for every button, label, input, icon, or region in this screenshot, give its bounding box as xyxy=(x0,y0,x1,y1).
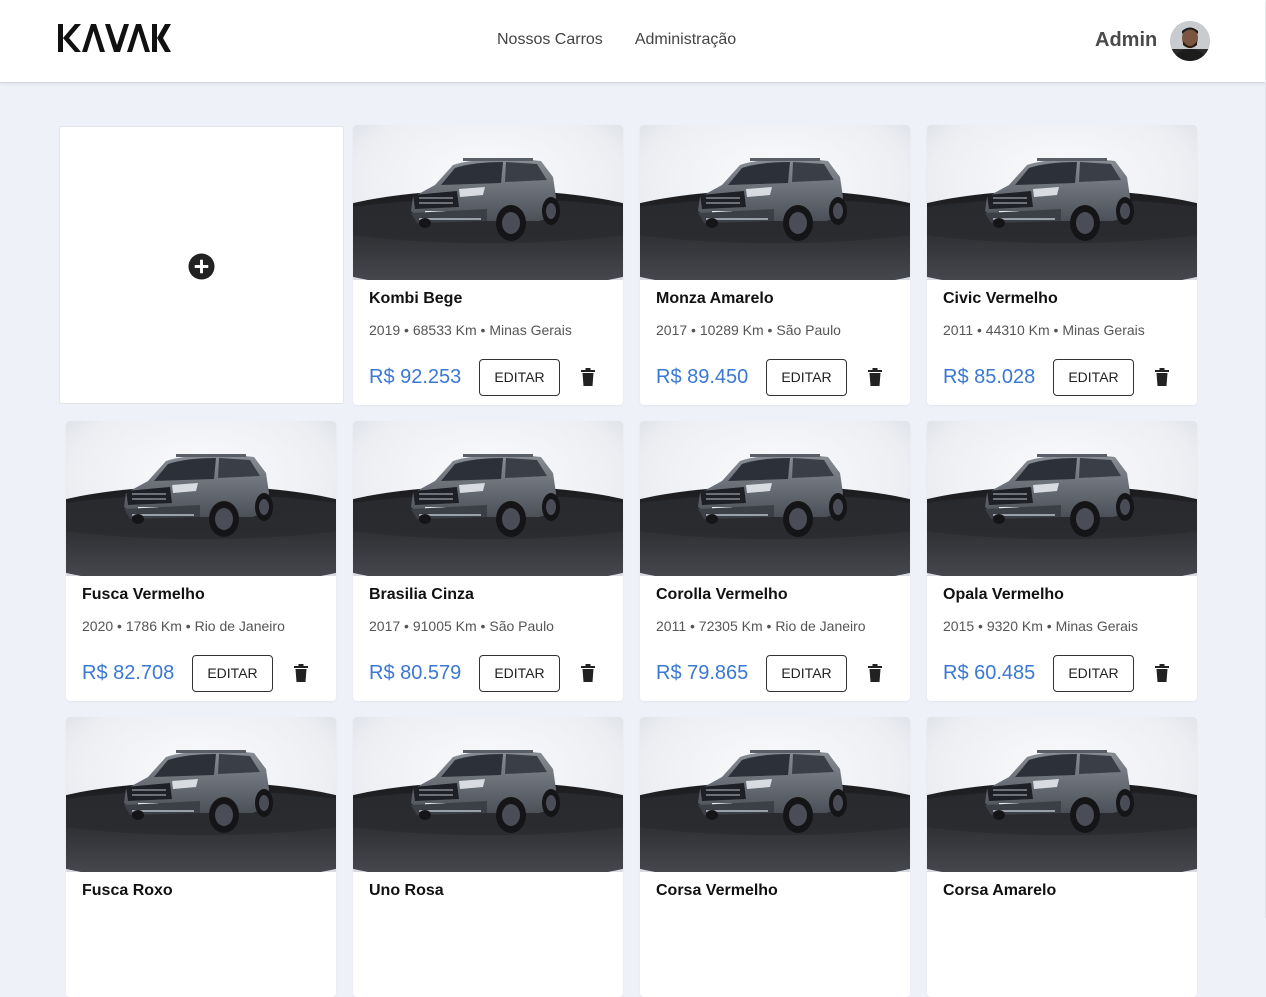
car-title: Brasilia Cinza xyxy=(369,586,474,603)
car-mileage: 91005 Km xyxy=(412,618,477,634)
car-mileage: 68533 Km xyxy=(412,322,477,338)
separator-dot: • xyxy=(687,322,700,338)
edit-button[interactable]: EDITAR xyxy=(192,655,273,692)
car-photo[interactable] xyxy=(927,125,1197,280)
car-details: 2020 • 1786 Km • Rio de Janeiro xyxy=(82,618,285,634)
car-year: 2017 xyxy=(656,322,688,338)
car-photo[interactable] xyxy=(927,421,1197,576)
trash-icon[interactable] xyxy=(868,664,882,682)
car-details: 2011 • 72305 Km • Rio de Janeiro xyxy=(656,618,866,634)
car-location: Minas Gerais xyxy=(1062,322,1145,338)
car-card[interactable]: Fusca Roxo xyxy=(66,717,336,997)
car-photo[interactable] xyxy=(640,717,910,872)
car-mileage: 72305 Km xyxy=(698,618,763,634)
car-mileage: 1786 Km xyxy=(125,618,182,634)
separator-dot: • xyxy=(1049,322,1063,338)
car-card[interactable]: Corsa Amarelo xyxy=(927,717,1197,997)
car-title: Uno Rosa xyxy=(369,882,444,899)
car-card[interactable]: Monza Amarelo 2017 • 10289 Km • São Paulo… xyxy=(640,125,910,405)
car-details: 2015 • 9320 Km • Minas Gerais xyxy=(943,618,1138,634)
separator-dot: • xyxy=(762,618,776,634)
trash-icon[interactable] xyxy=(581,664,595,682)
car-card[interactable]: Civic Vermelho 2011 • 44310 Km • Minas Ge… xyxy=(927,125,1197,405)
car-price: R$ 82.708 xyxy=(82,662,175,684)
car-mileage: 10289 Km xyxy=(699,322,764,338)
car-card[interactable]: Corolla Vermelho 2011 • 72305 Km • Rio de… xyxy=(640,421,910,701)
trash-icon[interactable] xyxy=(1155,664,1169,682)
car-mileage: 9320 Km xyxy=(986,618,1043,634)
car-card[interactable]: Opala Vermelho 2015 • 9320 Km • Minas Ger… xyxy=(927,421,1197,701)
car-details: 2011 • 44310 Km • Minas Gerais xyxy=(943,322,1145,338)
separator-dot: • xyxy=(974,618,987,634)
trash-icon[interactable] xyxy=(868,368,882,386)
separator-dot: • xyxy=(763,322,777,338)
car-title: Opala Vermelho xyxy=(943,586,1064,603)
car-photo[interactable] xyxy=(66,421,336,576)
plus-circle-icon[interactable] xyxy=(188,253,215,280)
car-photo[interactable] xyxy=(353,421,623,576)
car-photo[interactable] xyxy=(640,125,910,280)
car-location: Minas Gerais xyxy=(489,322,572,338)
trash-icon[interactable] xyxy=(294,664,308,682)
car-title: Corolla Vermelho xyxy=(656,586,788,603)
car-location: Minas Gerais xyxy=(1055,618,1139,634)
car-photo[interactable] xyxy=(640,421,910,576)
car-photo[interactable] xyxy=(927,717,1197,872)
car-year: 2015 xyxy=(943,618,975,634)
car-year: 2017 xyxy=(369,618,401,634)
car-title: Civic Vermelho xyxy=(943,290,1058,307)
separator-dot: • xyxy=(400,618,413,634)
car-title: Fusca Vermelho xyxy=(82,586,205,603)
car-card[interactable]: Uno Rosa xyxy=(353,717,623,997)
separator-dot: • xyxy=(113,618,126,634)
car-photo[interactable] xyxy=(353,717,623,872)
car-price: R$ 89.450 xyxy=(656,366,749,388)
car-year: 2019 xyxy=(369,322,401,338)
car-price: R$ 60.485 xyxy=(943,662,1036,684)
car-price: R$ 79.865 xyxy=(656,662,749,684)
separator-dot: • xyxy=(686,618,699,634)
separator-dot: • xyxy=(181,618,195,634)
edit-button[interactable]: EDITAR xyxy=(766,359,847,396)
car-price: R$ 92.253 xyxy=(369,366,462,388)
car-details: 2019 • 68533 Km • Minas Gerais xyxy=(369,322,572,338)
car-price: R$ 80.579 xyxy=(369,662,462,684)
edit-button[interactable]: EDITAR xyxy=(479,359,560,396)
car-year: 2011 xyxy=(656,618,687,634)
car-card[interactable]: Brasilia Cinza 2017 • 91005 Km • São Paul… xyxy=(353,421,623,701)
car-location: São Paulo xyxy=(776,322,841,338)
car-location: Rio de Janeiro xyxy=(775,618,866,634)
separator-dot: • xyxy=(400,322,413,338)
car-year: 2020 xyxy=(82,618,114,634)
add-car-card[interactable] xyxy=(59,126,344,404)
trash-icon[interactable] xyxy=(581,368,595,386)
separator-dot: • xyxy=(1042,618,1056,634)
car-title: Corsa Amarelo xyxy=(943,882,1057,899)
car-title: Kombi Bege xyxy=(369,290,463,307)
car-photo[interactable] xyxy=(66,717,336,872)
car-photo[interactable] xyxy=(353,125,623,280)
edit-button[interactable]: EDITAR xyxy=(479,655,560,692)
separator-dot: • xyxy=(476,322,490,338)
car-card[interactable]: Corsa Vermelho xyxy=(640,717,910,997)
car-year: 2011 xyxy=(943,322,974,338)
car-card[interactable]: Kombi Bege 2019 • 68533 Km • Minas Gerais… xyxy=(353,125,623,405)
car-details: 2017 • 91005 Km • São Paulo xyxy=(369,618,554,634)
car-location: Rio de Janeiro xyxy=(194,618,285,634)
car-title: Fusca Roxo xyxy=(82,882,173,899)
separator-dot: • xyxy=(476,618,490,634)
car-title: Corsa Vermelho xyxy=(656,882,778,899)
edit-button[interactable]: EDITAR xyxy=(766,655,847,692)
trash-icon[interactable] xyxy=(1155,368,1169,386)
car-mileage: 44310 Km xyxy=(985,322,1050,338)
edit-button[interactable]: EDITAR xyxy=(1053,359,1134,396)
edit-button[interactable]: EDITAR xyxy=(1053,655,1134,692)
car-details: 2017 • 10289 Km • São Paulo xyxy=(656,322,841,338)
car-grid: Kombi Bege 2019 • 68533 Km • Minas Gerais… xyxy=(0,0,1266,997)
car-card[interactable]: Fusca Vermelho 2020 • 1786 Km • Rio de Ja… xyxy=(66,421,336,701)
car-price: R$ 85.028 xyxy=(943,366,1036,388)
separator-dot: • xyxy=(973,322,986,338)
car-title: Monza Amarelo xyxy=(656,290,774,307)
car-location: São Paulo xyxy=(489,618,554,634)
